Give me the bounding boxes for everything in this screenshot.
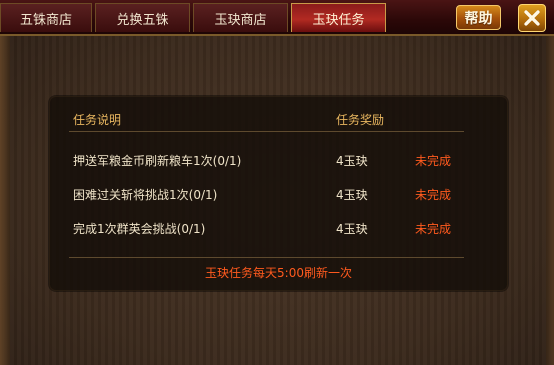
task-reward: 4玉玦 xyxy=(336,154,368,168)
help-button[interactable]: 帮助 xyxy=(456,5,501,30)
top-tab-bar: 五铢商店 兑换五铢 玉玦商店 玉玦任务 帮助 xyxy=(0,0,554,36)
task-status: 未完成 xyxy=(415,222,452,236)
task-row: 押送军粮金币刷新粮车1次(0/1) 4玉玦 未完成 xyxy=(49,152,508,172)
task-description: 押送军粮金币刷新粮车1次(0/1) xyxy=(73,154,242,168)
close-icon xyxy=(524,10,540,26)
left-frame-edge xyxy=(0,34,10,365)
tab-exchange-wuzhu[interactable]: 兑换五铢 xyxy=(95,3,190,32)
tab-wuzhu-shop[interactable]: 五铢商店 xyxy=(0,3,92,32)
task-panel: 任务说明 任务奖励 押送军粮金币刷新粮车1次(0/1) 4玉玦 未完成 困难过关… xyxy=(49,96,508,291)
footer-divider xyxy=(69,257,464,258)
task-reward: 4玉玦 xyxy=(336,188,368,202)
tab-yujue-tasks[interactable]: 玉玦任务 xyxy=(291,3,386,32)
task-row: 完成1次群英会挑战(0/1) 4玉玦 未完成 xyxy=(49,220,508,240)
task-status: 未完成 xyxy=(415,154,452,168)
task-row: 困难过关斩将挑战1次(0/1) 4玉玦 未完成 xyxy=(49,186,508,206)
task-description: 困难过关斩将挑战1次(0/1) xyxy=(73,188,218,202)
task-status: 未完成 xyxy=(415,188,452,202)
header-task-description: 任务说明 xyxy=(73,113,122,127)
header-divider xyxy=(69,131,464,132)
tab-list: 五铢商店 兑换五铢 玉玦商店 玉玦任务 xyxy=(0,3,389,32)
refresh-notice: 玉玦任务每天5:00刷新一次 xyxy=(205,266,352,280)
close-button[interactable] xyxy=(518,4,546,32)
task-reward: 4玉玦 xyxy=(336,222,368,236)
tab-yujue-shop[interactable]: 玉玦商店 xyxy=(193,3,288,32)
task-description: 完成1次群英会挑战(0/1) xyxy=(73,222,206,236)
header-task-reward: 任务奖励 xyxy=(336,113,385,127)
right-frame-edge xyxy=(546,34,554,365)
